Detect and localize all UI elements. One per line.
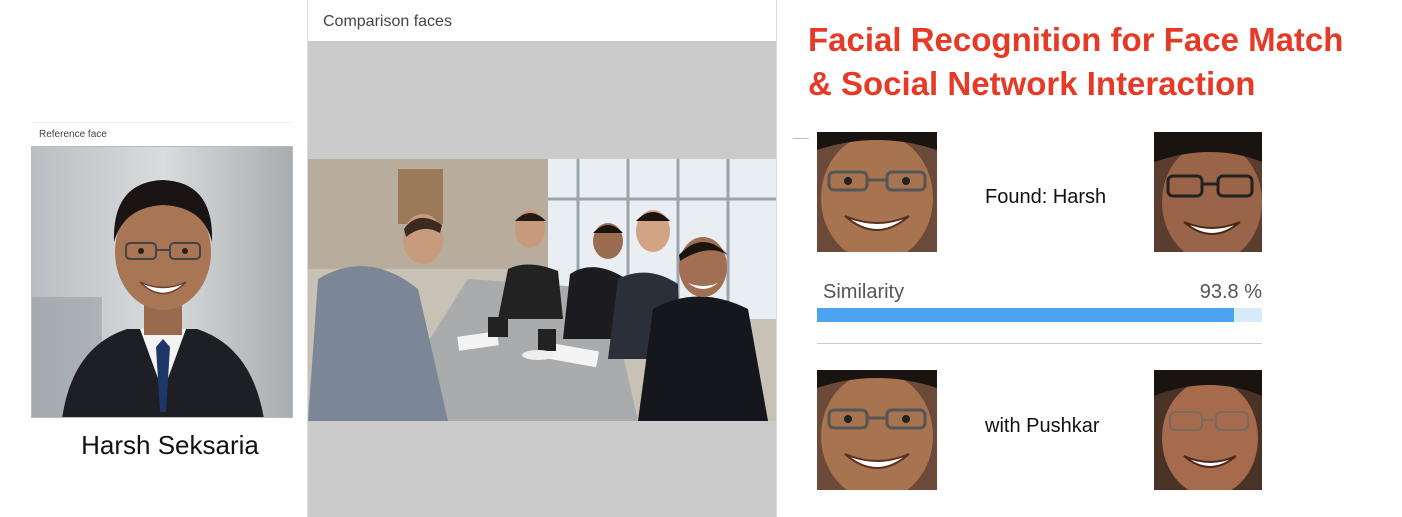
headline-line-1: Facial Recognition for Face Match: [808, 21, 1344, 58]
found-match-text: Found: Harsh: [985, 186, 1107, 208]
row-divider: [793, 138, 809, 139]
comparison-faces-title: Comparison faces: [323, 13, 452, 30]
reference-face-photo: [31, 146, 293, 418]
match-comparison-thumbnail: [1154, 132, 1262, 252]
group-photo[interactable]: [308, 159, 776, 421]
similarity-value: 93.8 %: [1199, 281, 1262, 303]
reference-person-name: Harsh Seksaria: [81, 430, 259, 460]
reference-face-label: Reference face: [39, 129, 107, 140]
section-divider: [817, 343, 1262, 344]
similarity-bar: [817, 308, 1262, 322]
comparison-header: Comparison faces: [308, 0, 776, 41]
match-reference-thumbnail: [817, 132, 937, 252]
headline-line-2: & Social Network Interaction: [808, 65, 1256, 102]
with-person-text: with Pushkar: [985, 415, 1100, 437]
comparison-faces-panel: Comparison faces: [307, 0, 777, 517]
reference-face-panel: Reference face: [31, 122, 293, 419]
second-reference-thumbnail: [817, 370, 937, 490]
similarity-bar-fill: [817, 308, 1235, 322]
similarity-label: Similarity: [823, 281, 905, 303]
headline: Facial Recognition for Face Match & Soci…: [808, 18, 1398, 106]
second-comparison-thumbnail: [1154, 370, 1262, 490]
